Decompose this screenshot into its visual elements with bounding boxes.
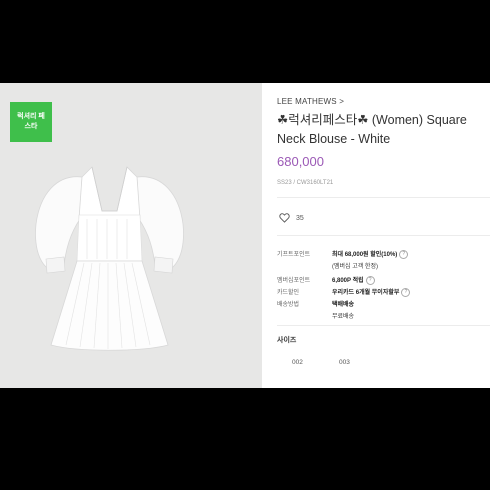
size-option[interactable]: 002 (292, 359, 303, 366)
product-title: ☘럭셔리페스타☘ (Women) Square Neck Blouse - Wh… (277, 111, 489, 149)
row-note: (멤버십 고객 한정) (332, 264, 378, 270)
row-value: 택배배송 (332, 302, 355, 308)
festa-badge: 럭셔리 페스타 (10, 102, 52, 142)
product-title-line2: Neck Blouse - White (277, 132, 391, 146)
product-card: 럭셔리 페스타 LEE MATHEWS > ☘럭셔리페스타☘ (Women) S… (0, 83, 490, 388)
product-price: 680,000 (277, 154, 324, 169)
row-value: 6,800P 적립 (332, 278, 364, 284)
product-title-line1: ☘럭셔리페스타☘ (Women) Square (277, 113, 467, 127)
size-title: 사이즈 (277, 337, 297, 344)
row-label: 카드할인 (277, 290, 300, 296)
row-label: 멤버십포인트 (277, 278, 311, 284)
row-value: 최대 68,000원 할인(10%) (332, 252, 398, 258)
festa-badge-label: 럭셔리 페스타 (17, 113, 45, 130)
blouse-image (35, 166, 184, 351)
like-button[interactable]: 35 (279, 213, 304, 223)
divider (277, 325, 490, 326)
divider (277, 197, 490, 198)
like-count: 35 (296, 214, 304, 222)
row-note: 무료배송 (332, 314, 355, 320)
product-image[interactable]: 럭셔리 페스타 (0, 83, 262, 388)
divider (277, 235, 490, 236)
product-info: LEE MATHEWS > ☘럭셔리페스타☘ (Women) Square Ne… (277, 83, 490, 388)
product-code: SS23 / CW3160LT21 (277, 180, 334, 186)
brand-link[interactable]: LEE MATHEWS > (277, 97, 344, 106)
question-circle-icon[interactable]: ? (399, 249, 409, 259)
question-circle-icon[interactable]: ? (365, 275, 375, 285)
question-circle-icon[interactable]: ? (401, 287, 411, 297)
row-value: 우리카드 6개월 무이자할부 (332, 290, 400, 296)
row-label: 배송방법 (277, 302, 300, 308)
size-option[interactable]: 003 (339, 359, 350, 366)
row-label: 기프트포인트 (277, 252, 311, 258)
heart-icon (279, 213, 290, 223)
